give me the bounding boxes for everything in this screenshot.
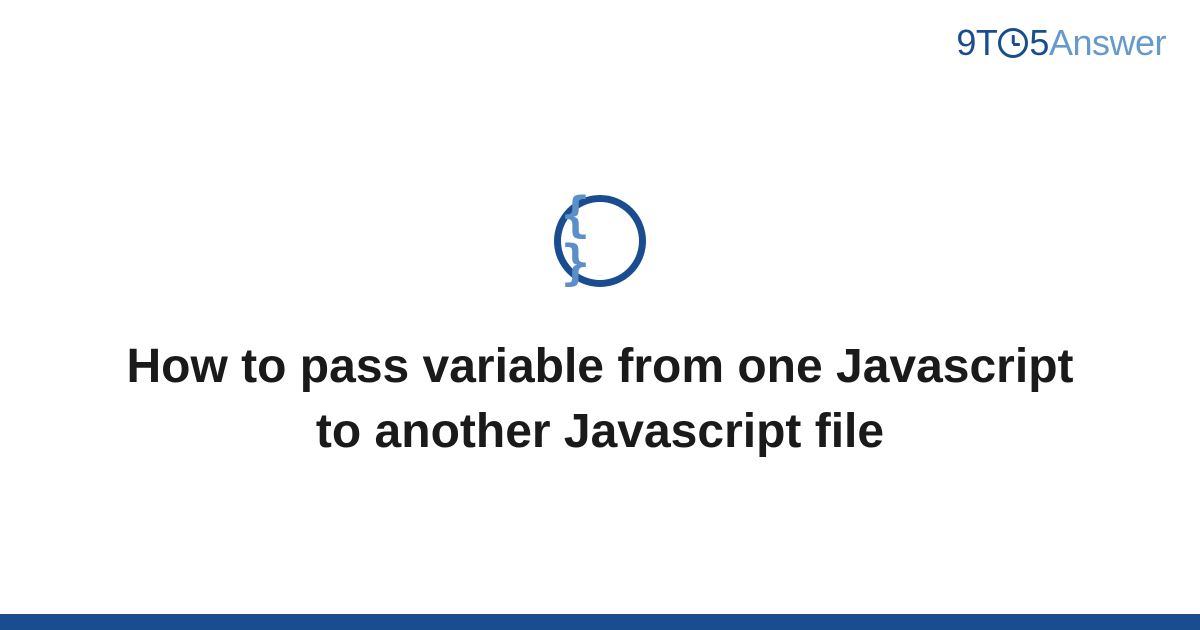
main-content: { } How to pass variable from one Javasc… (0, 0, 1200, 630)
page-title: How to pass variable from one Javascript… (120, 335, 1080, 465)
category-icon-circle: { } (554, 195, 646, 287)
footer-bar (0, 614, 1200, 630)
braces-icon: { } (561, 191, 639, 287)
